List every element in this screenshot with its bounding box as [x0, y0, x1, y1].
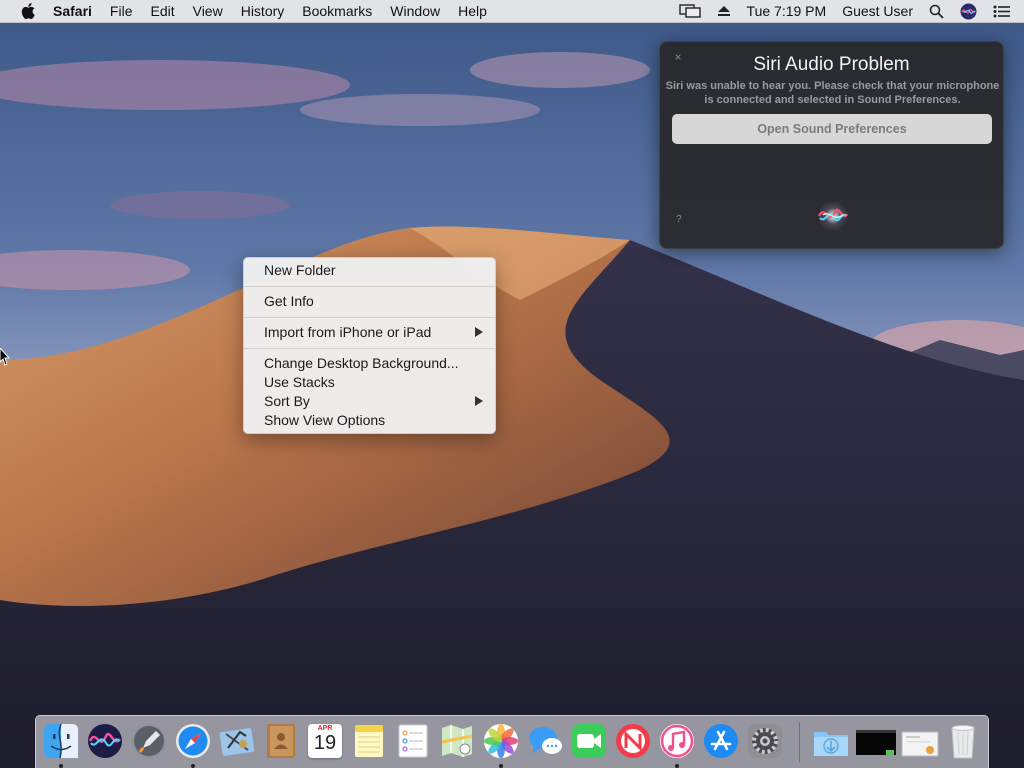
menu-item-import-from-iphone[interactable]: Import from iPhone or iPad: [264, 323, 431, 342]
menu-item-new-folder[interactable]: New Folder: [264, 261, 336, 280]
photos-icon[interactable]: [482, 722, 520, 760]
downloads-folder-icon[interactable]: [812, 722, 850, 760]
desktop-context-menu: New Folder Get Info Import from iPhone o…: [243, 257, 496, 434]
running-indicator: [499, 764, 503, 768]
running-indicator: [675, 764, 679, 768]
menu-window[interactable]: Window: [381, 0, 449, 22]
dock: APR 19: [35, 715, 989, 768]
open-sound-preferences-button[interactable]: Open Sound Preferences: [672, 114, 992, 144]
calendar-month: APR: [317, 725, 333, 732]
calendar-icon[interactable]: APR 19: [306, 722, 344, 760]
menu-edit[interactable]: Edit: [141, 0, 183, 22]
trash-icon[interactable]: [944, 722, 982, 760]
mouse-cursor-icon: [0, 348, 10, 366]
siri-icon[interactable]: [952, 0, 985, 22]
calendar-day: 19: [313, 732, 337, 754]
safari-icon[interactable]: [174, 722, 212, 760]
itunes-icon[interactable]: [658, 722, 696, 760]
menu-item-sort-by[interactable]: Sort By: [264, 392, 310, 411]
menu-separator: [244, 348, 495, 349]
menu-separator: [244, 286, 495, 287]
menu-item-use-stacks[interactable]: Use Stacks: [264, 373, 335, 392]
menu-item-show-view-options[interactable]: Show View Options: [264, 411, 385, 430]
eject-icon[interactable]: [709, 0, 739, 22]
notes-icon[interactable]: [350, 722, 388, 760]
siri-icon[interactable]: [86, 722, 124, 760]
menu-view[interactable]: View: [184, 0, 232, 22]
siri-audio-problem-panel: × Siri Audio Problem Siri was unable to …: [659, 41, 1004, 249]
menu-bar: Safari File Edit View History Bookmarks …: [0, 0, 1024, 23]
menu-help[interactable]: Help: [449, 0, 496, 22]
menu-file[interactable]: File: [101, 0, 142, 22]
menu-item-change-desktop-background[interactable]: Change Desktop Background...: [264, 354, 459, 373]
airplay-display-icon[interactable]: [671, 0, 709, 22]
launchpad-icon[interactable]: [130, 722, 168, 760]
spotlight-search-icon[interactable]: [921, 0, 952, 22]
running-indicator: [59, 764, 63, 768]
running-indicator: [191, 764, 195, 768]
menu-app-name[interactable]: Safari: [49, 0, 101, 22]
news-icon[interactable]: [614, 722, 652, 760]
apple-menu-icon[interactable]: [21, 3, 35, 19]
siri-orb-icon[interactable]: [815, 198, 851, 234]
finder-icon[interactable]: [42, 722, 80, 760]
siri-panel-title: Siri Audio Problem: [753, 54, 910, 75]
help-icon[interactable]: ?: [676, 214, 682, 225]
submenu-arrow-icon: [475, 396, 483, 406]
messages-icon[interactable]: [526, 722, 564, 760]
documents-stack-icon[interactable]: [900, 722, 940, 760]
submenu-arrow-icon: [475, 327, 483, 337]
maps-icon[interactable]: [438, 722, 476, 760]
system-preferences-icon[interactable]: [746, 722, 784, 760]
siri-panel-message: Siri was unable to hear you. Please chec…: [665, 80, 1000, 106]
menubar-clock[interactable]: Tue 7:19 PM: [739, 0, 835, 22]
notification-center-icon[interactable]: [985, 0, 1024, 22]
menu-bookmarks[interactable]: Bookmarks: [293, 0, 381, 22]
menubar-user[interactable]: Guest User: [834, 0, 921, 22]
contacts-icon[interactable]: [262, 722, 300, 760]
dock-separator: [799, 722, 800, 762]
app-store-icon[interactable]: [702, 722, 740, 760]
menu-history[interactable]: History: [232, 0, 294, 22]
menu-item-get-info[interactable]: Get Info: [264, 292, 314, 311]
mail-icon[interactable]: [218, 722, 256, 760]
facetime-icon[interactable]: [570, 722, 608, 760]
reminders-icon[interactable]: [394, 722, 432, 760]
screen-recording-icon[interactable]: [856, 722, 896, 760]
menu-separator: [244, 317, 495, 318]
